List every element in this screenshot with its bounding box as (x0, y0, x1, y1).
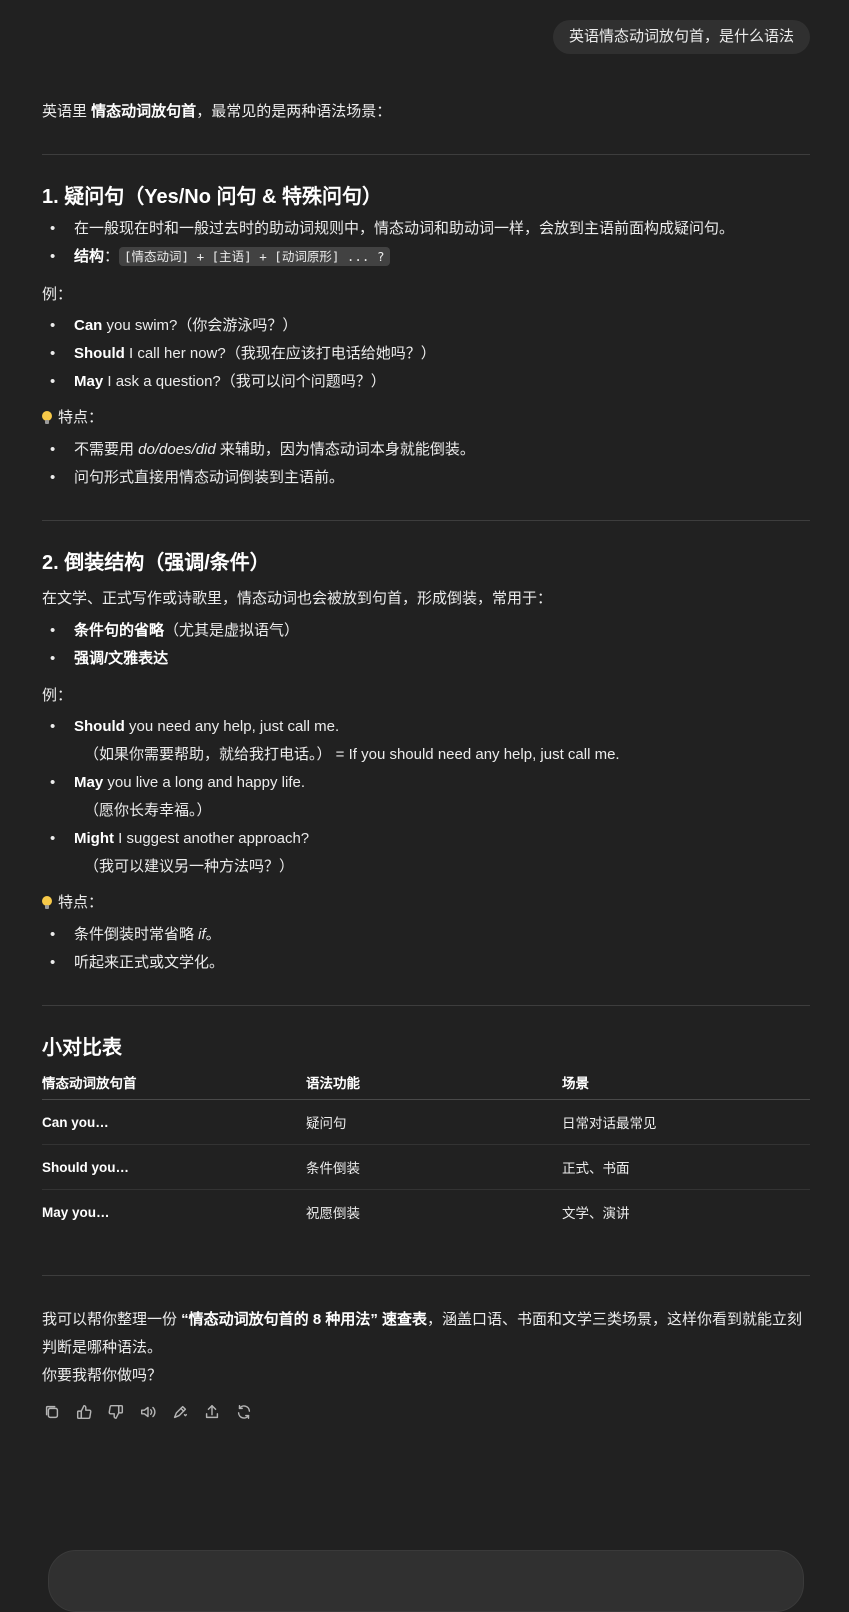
section-2-uses: 条件句的省略（尤其是虚拟语气） 强调/文雅表达 (42, 617, 810, 673)
share-icon (205, 1404, 219, 1419)
closing-question: 你要我帮你做吗？ (42, 1367, 163, 1384)
section-1-examples: Can you swim?（你会游泳吗？） Should I call her … (42, 312, 810, 396)
section-2-examples: Should you need any help, just call me.（… (42, 713, 810, 881)
table-row: May you… 祝愿倒装 文学、演讲 (42, 1190, 810, 1235)
section-1-title: 1. 疑问句（Yes/No 问句 & 特殊问句） (42, 186, 383, 208)
example-label: 例： (42, 286, 73, 303)
read-aloud-icon (140, 1406, 156, 1418)
read-aloud-button[interactable] (138, 1402, 158, 1422)
section-1-bullets: 在一般现在时和一般过去时的助动词规则中，情态动词和助动词一样，会放到主语前面构成… (42, 215, 810, 271)
list-item: 在一般现在时和一般过去时的助动词规则中，情态动词和助动词一样，会放到主语前面构成… (42, 215, 810, 243)
feature-label: 特点： (42, 406, 103, 430)
thumbs-down-icon (108, 1404, 124, 1420)
list-item: 条件倒装时常省略 if。 (42, 921, 810, 949)
edit-button[interactable] (170, 1402, 190, 1422)
list-item: Should you need any help, just call me.（… (42, 713, 810, 769)
list-item: 问句形式直接用情态动词倒装到主语前。 (42, 464, 810, 492)
comparison-table: 情态动词放句首 语法功能 场景 Can you… 疑问句 日常对话最常见 Sho… (42, 1065, 810, 1234)
regenerate-icon (237, 1404, 251, 1420)
thumbs-down-button[interactable] (106, 1402, 126, 1422)
table-cell: 疑问句 (306, 1099, 562, 1145)
list-item: Might I suggest another approach?（我可以建议另… (42, 825, 810, 881)
table-header: 语法功能 (306, 1065, 562, 1100)
lightbulb-icon (42, 411, 52, 424)
section-2-title: 2. 倒装结构（强调/条件） (42, 552, 270, 574)
section-2-intro: 在文学、正式写作或诗歌里，情态动词也会被放到句首，形成倒装，常用于： (42, 590, 553, 607)
user-message-bubble: 英语情态动词放句首，是什么语法 (552, 20, 810, 54)
copy-button[interactable] (42, 1402, 62, 1422)
share-button[interactable] (202, 1402, 222, 1422)
table-cell: May you… (42, 1204, 110, 1220)
table-cell: Can you… (42, 1099, 306, 1145)
list-item: 强调/文雅表达 (42, 645, 810, 673)
regenerate-button[interactable] (234, 1402, 254, 1422)
message-composer[interactable] (48, 1550, 804, 1612)
divider (42, 154, 810, 155)
example-label: 例： (42, 687, 73, 704)
table-row: Should you… 条件倒装 正式、书面 (42, 1144, 810, 1190)
table-cell: 日常对话最常见 (562, 1099, 810, 1145)
structure-code: [情态动词] + [主语] + [动词原形] ... ? (119, 247, 390, 266)
table-header: 情态动词放句首 (42, 1065, 306, 1100)
divider (42, 1275, 810, 1276)
table-cell: 祝愿倒装 (306, 1206, 360, 1221)
list-item: 听起来正式或文学化。 (42, 949, 810, 977)
table-cell: 条件倒装 (306, 1144, 562, 1190)
thumbs-up-icon (76, 1404, 92, 1420)
table-cell: 正式、书面 (562, 1144, 810, 1190)
divider (42, 520, 810, 521)
list-item: May I ask a question?（我可以问个问题吗？） (42, 368, 810, 396)
feature-label: 特点： (42, 891, 103, 915)
divider (42, 1005, 810, 1006)
list-item: Can you swim?（你会游泳吗？） (42, 312, 810, 340)
copy-icon (45, 1405, 59, 1419)
list-item: Should I call her now?（我现在应该打电话给她吗？） (42, 340, 810, 368)
table-header: 场景 (562, 1065, 810, 1100)
table-cell: 文学、演讲 (562, 1206, 630, 1221)
lightbulb-icon (42, 896, 52, 909)
section-2-features: 条件倒装时常省略 if。 听起来正式或文学化。 (42, 921, 810, 977)
list-item: May you live a long and happy life.（愿你长寿… (42, 769, 810, 825)
table-row: Can you… 疑问句 日常对话最常见 (42, 1099, 810, 1145)
list-item: 条件句的省略（尤其是虚拟语气） (42, 617, 810, 645)
closing-paragraph: 我可以帮你整理一份 “情态动词放句首的 8 种用法” 速查表，涵盖口语、书面和文… (42, 1311, 803, 1356)
section-1-features: 不需要用 do/does/did 来辅助，因为情态动词本身就能倒装。 问句形式直… (42, 436, 810, 492)
intro-paragraph: 英语里 情态动词放句首，最常见的是两种语法场景： (42, 103, 392, 120)
list-item: 不需要用 do/does/did 来辅助，因为情态动词本身就能倒装。 (42, 436, 810, 464)
thumbs-up-button[interactable] (74, 1402, 94, 1422)
edit-icon (173, 1405, 188, 1419)
message-actions (42, 1402, 254, 1422)
table-cell: Should you… (42, 1144, 306, 1190)
list-item: 结构：[情态动词] + [主语] + [动词原形] ... ? (42, 243, 810, 271)
table-title: 小对比表 (42, 1037, 122, 1059)
